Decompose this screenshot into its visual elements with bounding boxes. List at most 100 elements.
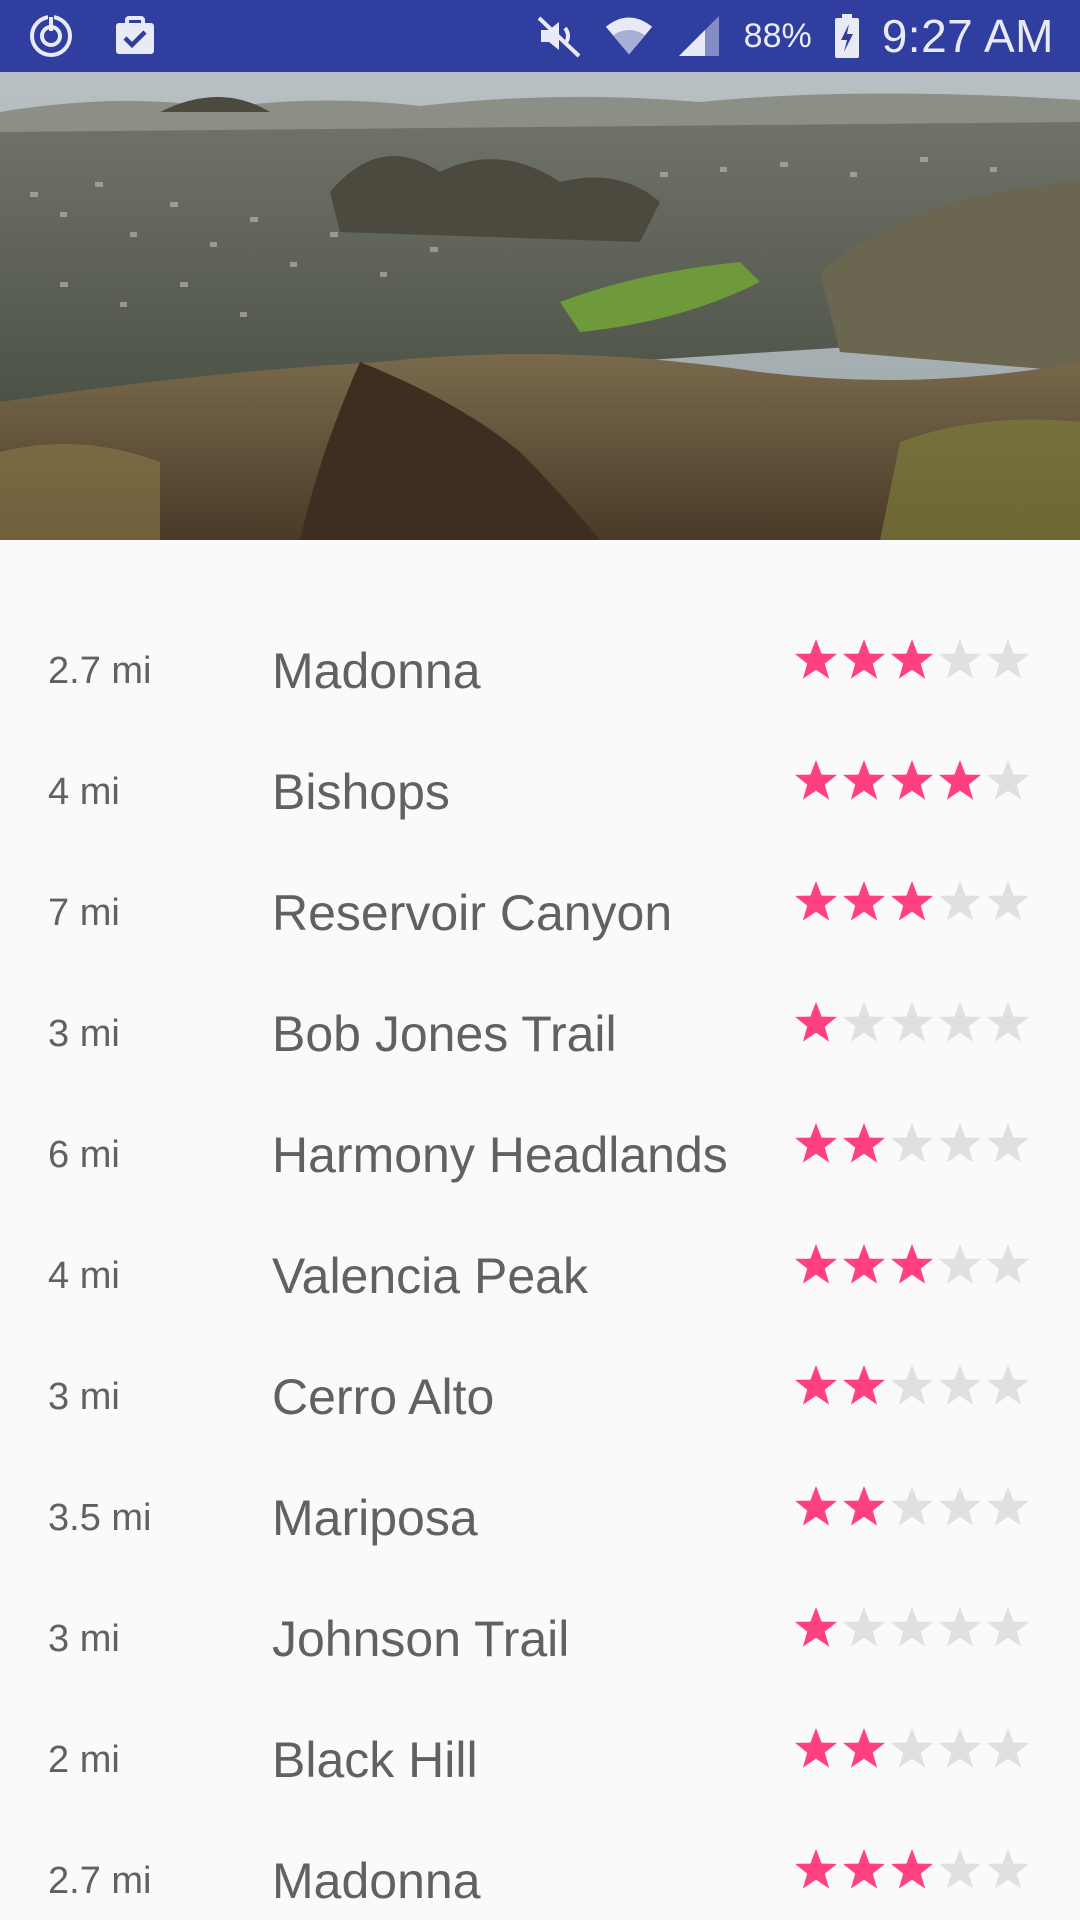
trail-name: Black Hill — [272, 1732, 478, 1788]
star-rating — [792, 1241, 1032, 1289]
trail-list-item[interactable]: 2 mi Black Hill — [0, 1701, 1080, 1822]
star-empty-icon — [939, 1002, 981, 1042]
trail-name: Bob Jones Trail — [272, 1006, 617, 1062]
star-filled-icon — [843, 760, 885, 800]
star-filled-icon — [891, 760, 933, 800]
trail-list-item[interactable]: 3 mi Johnson Trail — [0, 1580, 1080, 1701]
star-filled-icon — [795, 1365, 837, 1405]
star-empty-icon — [891, 1002, 933, 1042]
star-empty-icon — [939, 1244, 981, 1284]
star-filled-icon — [891, 639, 933, 679]
star-rating — [792, 1483, 1032, 1531]
mute-icon — [534, 11, 584, 61]
trail-distance: 2.7 mi — [48, 1860, 152, 1902]
star-empty-icon — [891, 1607, 933, 1647]
star-empty-icon — [939, 1849, 981, 1889]
star-filled-icon — [795, 1002, 837, 1042]
star-empty-icon — [843, 1002, 885, 1042]
star-filled-icon — [891, 881, 933, 921]
star-empty-icon — [939, 881, 981, 921]
trail-name: Madonna — [272, 1853, 481, 1909]
star-rating — [792, 999, 1032, 1047]
star-filled-icon — [891, 1244, 933, 1284]
star-filled-icon — [843, 1486, 885, 1526]
battery-percentage: 88% — [743, 16, 812, 55]
star-filled-icon — [843, 1728, 885, 1768]
trail-list-item[interactable]: 2.7 mi Madonna — [0, 612, 1080, 733]
star-filled-icon — [795, 639, 837, 679]
star-filled-icon — [843, 1244, 885, 1284]
star-empty-icon — [987, 760, 1029, 800]
trail-list-item[interactable]: 3.5 mi Mariposa — [0, 1459, 1080, 1580]
star-rating — [792, 1604, 1032, 1652]
star-filled-icon — [843, 639, 885, 679]
star-filled-icon — [891, 1849, 933, 1889]
clock: 9:27 AM — [881, 10, 1054, 62]
trail-name: Harmony Headlands — [272, 1127, 728, 1183]
star-filled-icon — [843, 881, 885, 921]
star-empty-icon — [987, 1123, 1029, 1163]
star-rating — [792, 757, 1032, 805]
star-rating — [792, 1120, 1032, 1168]
trail-distance: 4 mi — [48, 1255, 120, 1297]
trail-name: Valencia Peak — [272, 1248, 588, 1304]
trail-distance: 6 mi — [48, 1134, 120, 1176]
star-empty-icon — [987, 881, 1029, 921]
trail-name: Reservoir Canyon — [272, 885, 673, 941]
star-empty-icon — [939, 1365, 981, 1405]
star-rating — [792, 636, 1032, 684]
trail-distance: 3 mi — [48, 1013, 120, 1055]
star-empty-icon — [939, 639, 981, 679]
star-filled-icon — [795, 1849, 837, 1889]
trail-distance: 3 mi — [48, 1376, 120, 1418]
star-rating — [792, 1362, 1032, 1410]
star-filled-icon — [843, 1365, 885, 1405]
trail-name: Cerro Alto — [272, 1369, 495, 1425]
trail-list-item[interactable]: 3 mi Cerro Alto — [0, 1338, 1080, 1459]
screen: 88% 9:27 AM 2.7 mi Madonna 4 mi Bishops … — [0, 0, 1080, 1920]
star-empty-icon — [891, 1365, 933, 1405]
trail-list[interactable]: 2.7 mi Madonna 4 mi Bishops 7 mi Reservoir Ca… — [0, 612, 1080, 1920]
star-empty-icon — [987, 1365, 1029, 1405]
trail-list-item[interactable]: 4 mi Bishops — [0, 733, 1080, 854]
star-empty-icon — [939, 1607, 981, 1647]
trail-list-item[interactable]: 7 mi Reservoir Canyon — [0, 854, 1080, 975]
star-empty-icon — [891, 1728, 933, 1768]
star-rating — [792, 878, 1032, 926]
clipboard-check-icon — [110, 11, 160, 61]
star-empty-icon — [987, 1486, 1029, 1526]
trail-name: Bishops — [272, 764, 450, 820]
trail-name: Madonna — [272, 643, 481, 699]
trail-distance: 7 mi — [48, 892, 120, 934]
trail-list-item[interactable]: 4 mi Valencia Peak — [0, 1217, 1080, 1338]
trail-list-item[interactable]: 2.7 mi Madonna — [0, 1822, 1080, 1920]
star-filled-icon — [795, 1607, 837, 1647]
star-empty-icon — [939, 1728, 981, 1768]
star-filled-icon — [795, 760, 837, 800]
trail-name: Johnson Trail — [272, 1611, 570, 1667]
trail-distance: 2 mi — [48, 1739, 120, 1781]
status-bar: 88% 9:27 AM — [0, 0, 1080, 72]
trail-distance: 4 mi — [48, 771, 120, 813]
star-filled-icon — [795, 1123, 837, 1163]
star-empty-icon — [939, 1486, 981, 1526]
star-rating — [792, 1725, 1032, 1773]
star-empty-icon — [987, 1002, 1029, 1042]
star-filled-icon — [795, 1728, 837, 1768]
trail-list-item[interactable]: 6 mi Harmony Headlands — [0, 1096, 1080, 1217]
trail-list-item[interactable]: 3 mi Bob Jones Trail — [0, 975, 1080, 1096]
battery-charging-icon — [832, 11, 862, 61]
star-empty-icon — [987, 1849, 1029, 1889]
trail-distance: 3 mi — [48, 1618, 120, 1660]
star-empty-icon — [987, 1728, 1029, 1768]
header-photo — [0, 72, 1080, 540]
star-rating — [792, 1846, 1032, 1894]
star-filled-icon — [795, 881, 837, 921]
trail-distance: 2.7 mi — [48, 650, 152, 692]
star-filled-icon — [795, 1486, 837, 1526]
star-filled-icon — [843, 1123, 885, 1163]
trail-distance: 3.5 mi — [48, 1497, 152, 1539]
star-filled-icon — [795, 1244, 837, 1284]
star-empty-icon — [843, 1607, 885, 1647]
wifi-icon — [604, 11, 654, 61]
